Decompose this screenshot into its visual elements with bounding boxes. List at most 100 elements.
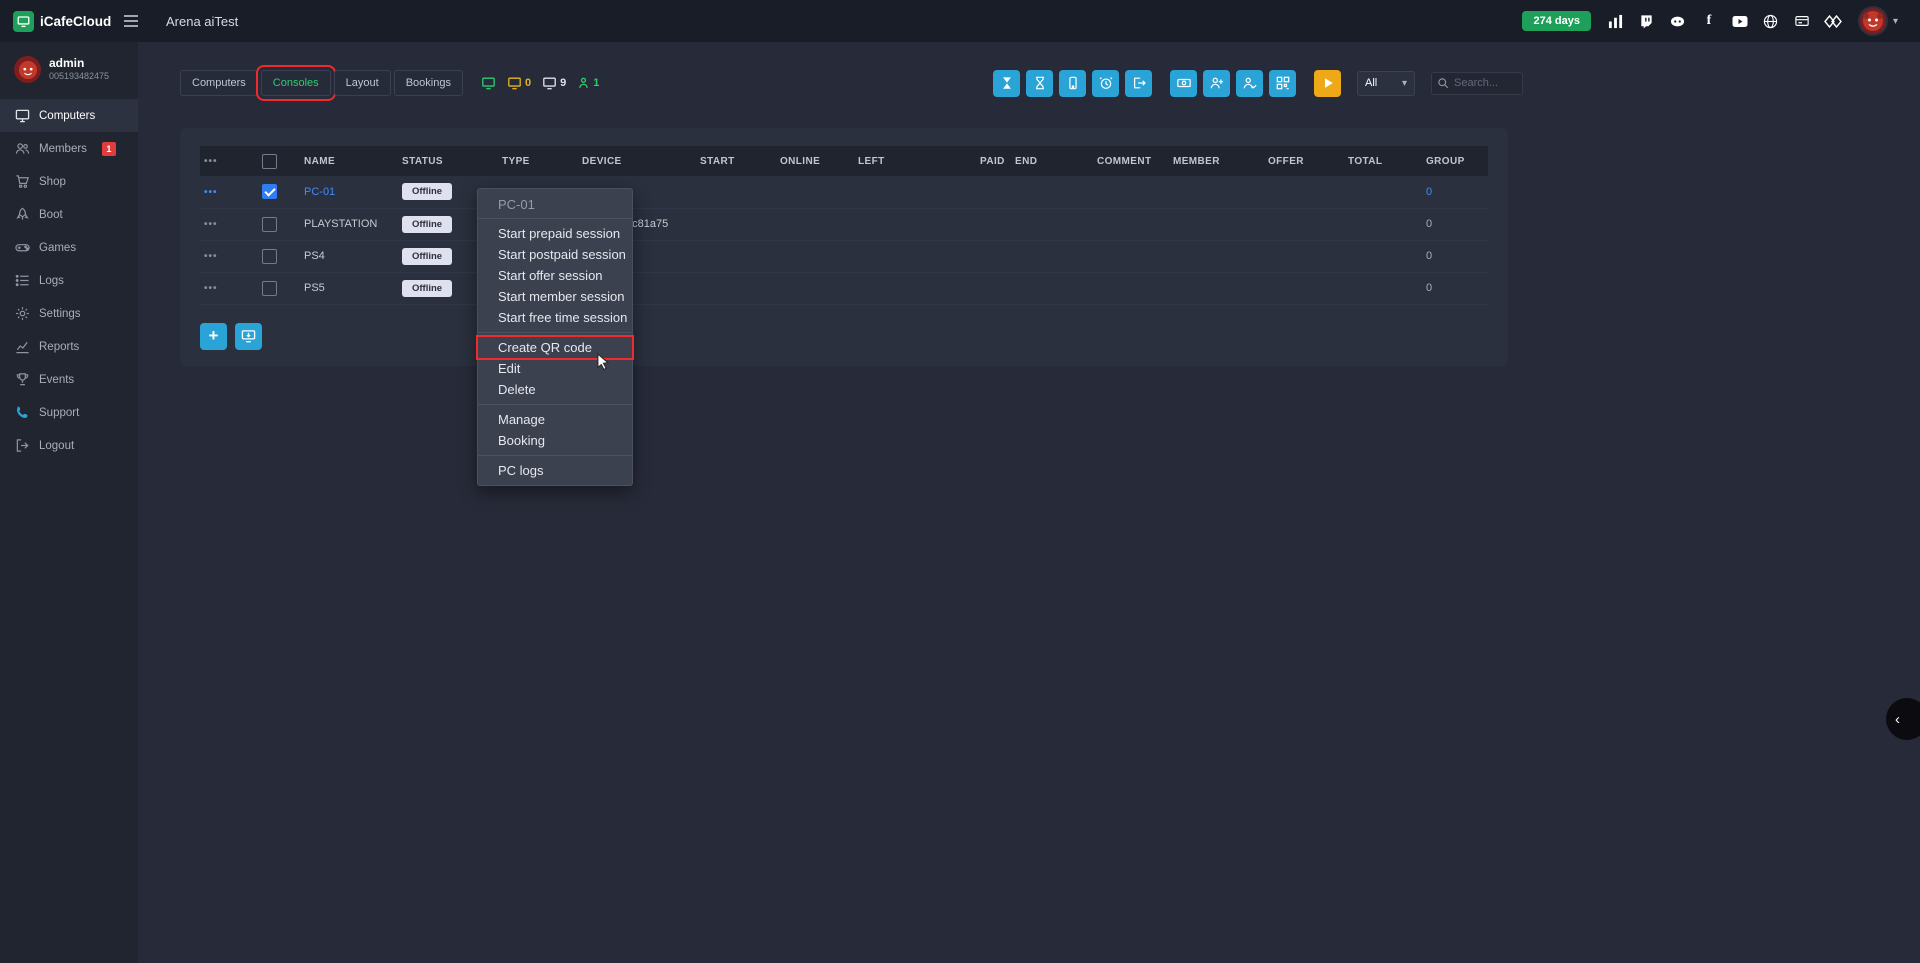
checkout-button[interactable]: [1125, 70, 1152, 97]
hamburger-menu-icon[interactable]: [121, 13, 141, 29]
menu-item-edit[interactable]: Edit: [478, 358, 632, 379]
qr-scan-button[interactable]: [1269, 70, 1296, 97]
row-checkbox[interactable]: [262, 184, 277, 199]
youtube-icon[interactable]: [1731, 12, 1749, 30]
stats-icon[interactable]: [1607, 12, 1625, 30]
group-link[interactable]: 0: [1426, 186, 1432, 198]
row-checkbox[interactable]: [262, 217, 277, 232]
sidebar-item-reports[interactable]: Reports: [0, 330, 138, 363]
import-console-button[interactable]: [235, 323, 262, 350]
context-menu-group-edit: Create QR code Edit Delete: [478, 333, 632, 404]
globe-icon[interactable]: [1762, 12, 1780, 30]
cell-member: [1169, 240, 1264, 272]
sidebar-item-logout[interactable]: Logout: [0, 429, 138, 462]
sidebar-item-games[interactable]: Games: [0, 231, 138, 264]
select-all-checkbox[interactable]: [262, 154, 277, 169]
menu-item-manage[interactable]: Manage: [478, 409, 632, 430]
tab-layout[interactable]: Layout: [334, 70, 391, 96]
user-add-button[interactable]: [1203, 70, 1230, 97]
console-name: PLAYSTATION: [300, 208, 398, 240]
chevron-left-icon: ‹: [1895, 711, 1900, 728]
rocket-icon: [15, 207, 30, 222]
alarm-button[interactable]: [1092, 70, 1119, 97]
member-add-button[interactable]: [1236, 70, 1263, 97]
logout-icon: [15, 438, 30, 453]
facebook-icon[interactable]: f: [1700, 12, 1718, 30]
sidebar-item-label: Members: [39, 143, 87, 155]
cell-offer: [1264, 240, 1344, 272]
sidebar-item-computers[interactable]: Computers: [0, 99, 138, 132]
start-button[interactable]: [1314, 70, 1341, 97]
member-buttons-group: [1170, 70, 1296, 97]
console-name-link[interactable]: PC-01: [304, 186, 335, 198]
sidebar-item-label: Reports: [39, 341, 79, 353]
cell-start: [696, 176, 776, 208]
cell-total: [1344, 240, 1422, 272]
sidebar-item-members[interactable]: Members 1: [0, 132, 138, 165]
menu-item-booking[interactable]: Booking: [478, 430, 632, 451]
view-tabs: Computers Consoles Layout Bookings: [180, 70, 463, 96]
license-days-badge[interactable]: 274 days: [1522, 11, 1590, 31]
menu-item-delete[interactable]: Delete: [478, 379, 632, 400]
row-actions-button[interactable]: •••: [204, 283, 218, 294]
total-pcs-counter: 9: [542, 76, 566, 90]
monitor-total-icon: [542, 76, 557, 90]
row-actions-button[interactable]: •••: [204, 219, 218, 230]
menu-item-pc-logs[interactable]: PC logs: [478, 460, 632, 481]
group-value: 0: [1426, 218, 1432, 230]
row-actions-button[interactable]: •••: [204, 251, 218, 262]
sidebar-item-label: Logout: [39, 440, 74, 452]
table-row: ••• PC-01 Offline 0: [200, 176, 1488, 208]
sidebar-user-info: admin 005193482475: [49, 57, 109, 82]
tab-consoles[interactable]: Consoles: [261, 70, 331, 96]
row-checkbox[interactable]: [262, 281, 277, 296]
hourglass-button[interactable]: [993, 70, 1020, 97]
sidebar-item-boot[interactable]: Boot: [0, 198, 138, 231]
sidebar-item-support[interactable]: Support: [0, 396, 138, 429]
cell-member: [1169, 272, 1264, 304]
status-badge: Offline: [402, 183, 452, 200]
filter-select[interactable]: All ▾: [1357, 71, 1415, 96]
sidebar-item-shop[interactable]: Shop: [0, 165, 138, 198]
discord-icon[interactable]: [1669, 12, 1687, 30]
main-content: Computers Consoles Layout Bookings 0 9 1: [138, 42, 1920, 963]
twitch-icon[interactable]: [1638, 12, 1656, 30]
context-menu-group-logs: PC logs: [478, 456, 632, 485]
cell-paid: [976, 272, 1011, 304]
header-actions-menu[interactable]: •••: [204, 156, 218, 167]
members-count-badge: 1: [102, 142, 116, 156]
row-actions-button[interactable]: •••: [204, 187, 218, 198]
context-menu: PC-01 Start prepaid session Start postpa…: [477, 188, 633, 486]
col-end: END: [1011, 146, 1093, 176]
menu-item-start-offer-session[interactable]: Start offer session: [478, 265, 632, 286]
cash-button[interactable]: [1170, 70, 1197, 97]
col-device: DEVICE: [578, 146, 696, 176]
mobile-button[interactable]: [1059, 70, 1086, 97]
sidebar-item-settings[interactable]: Settings: [0, 297, 138, 330]
sidebar-avatar[interactable]: [14, 56, 41, 83]
table-header-row: ••• NAME STATUS TYPE DEVICE START ONLINE…: [200, 146, 1488, 176]
chat-widget-button[interactable]: ‹: [1886, 698, 1920, 740]
busy-pcs-counter: 0: [507, 76, 531, 90]
col-status: STATUS: [398, 146, 498, 176]
add-console-button[interactable]: +: [200, 323, 227, 350]
menu-item-start-prepaid-session[interactable]: Start prepaid session: [478, 223, 632, 244]
col-total: TOTAL: [1344, 146, 1422, 176]
sidebar-item-logs[interactable]: Logs: [0, 264, 138, 297]
cell-online: [776, 240, 854, 272]
brand-icon[interactable]: [1824, 12, 1842, 30]
sidebar-item-label: Events: [39, 374, 74, 386]
tab-computers[interactable]: Computers: [180, 70, 258, 96]
card-icon[interactable]: [1793, 12, 1811, 30]
menu-item-create-qr-code[interactable]: Create QR code: [478, 337, 632, 358]
user-avatar-menu[interactable]: ▾: [1858, 6, 1898, 36]
menu-item-start-member-session[interactable]: Start member session: [478, 286, 632, 307]
menu-item-start-free-time-session[interactable]: Start free time session: [478, 307, 632, 328]
timer-button[interactable]: [1026, 70, 1053, 97]
menu-item-start-postpaid-session[interactable]: Start postpaid session: [478, 244, 632, 265]
busy-pcs-count: 0: [525, 77, 531, 89]
sidebar-item-label: Settings: [39, 308, 81, 320]
row-checkbox[interactable]: [262, 249, 277, 264]
sidebar-item-events[interactable]: Events: [0, 363, 138, 396]
tab-bookings[interactable]: Bookings: [394, 70, 463, 96]
